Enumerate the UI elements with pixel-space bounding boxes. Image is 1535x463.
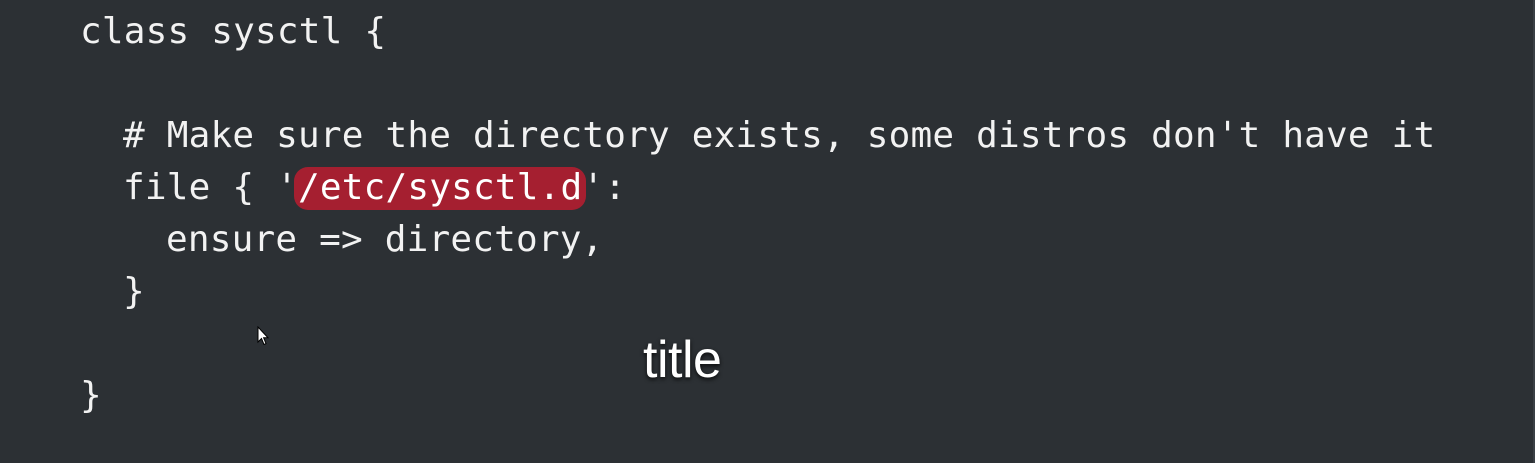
code-text: class sysctl { (80, 11, 387, 52)
code-text: ensure => directory, (166, 219, 604, 260)
code-line-file-close: } (80, 266, 145, 318)
code-text: file { ' (123, 167, 298, 208)
code-line-class-open: class sysctl { (80, 6, 386, 58)
highlighted-path: /etc/sysctl.d (294, 167, 587, 210)
video-caption: title (643, 331, 722, 389)
code-text: ': (582, 167, 627, 208)
code-text: } (80, 375, 102, 416)
code-line-comment: # Make sure the directory exists, some d… (80, 110, 1435, 162)
code-line-file-resource: file { '/etc/sysctl.d': (80, 162, 626, 214)
code-comment: # Make sure the directory exists, some d… (123, 115, 1436, 156)
code-text: } (123, 271, 145, 312)
mouse-pointer-icon (257, 326, 269, 346)
code-line-class-close: } (80, 370, 102, 422)
code-editor: class sysctl { # Make sure the directory… (0, 0, 1535, 463)
code-line-ensure: ensure => directory, (80, 214, 603, 266)
